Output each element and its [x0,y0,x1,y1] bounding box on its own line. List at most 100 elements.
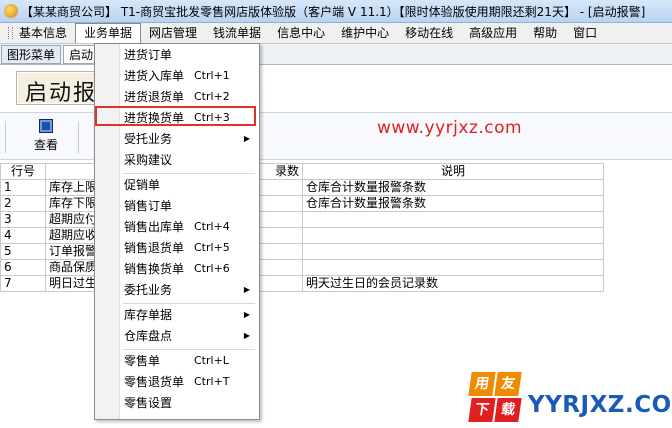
menu-item-label: 采购建议 [124,153,173,167]
logo-char: 用 [468,372,496,396]
tab-graphic-menu[interactable]: 图形菜单 [1,45,62,64]
menu-item-sales-delivery[interactable]: 销售出库单 Ctrl+4 [124,217,256,237]
cell-row-number: 2 [0,195,46,212]
menu-item-label: 销售退货单 [124,241,185,255]
cell-name: 商品保质 [44,259,102,276]
menu-item-label: 销售换货单 [124,262,185,276]
menu-item-label: 销售订单 [124,199,173,213]
menu-item-shortcut: Ctrl+4 [194,220,230,233]
header-description[interactable]: 说明 [302,163,605,180]
highlight-box [95,106,256,126]
menu-item-stocktake[interactable]: 仓库盘点 ▶ [124,326,256,346]
menu-help[interactable]: 帮助 [525,23,565,43]
banner-title: 启动报 [25,81,98,106]
menu-item-shortcut: Ctrl+6 [194,262,230,275]
menu-separator [123,173,255,174]
table-row[interactable]: 1 库存上限 仓库合计数量报警条数 [0,179,605,196]
cell-row-number: 4 [0,227,46,244]
menu-maintenance[interactable]: 维护中心 [333,23,397,43]
menu-item-label: 零售退货单 [124,375,185,389]
view-icon [39,119,53,133]
table-header-row: 行号 录数 说明 [0,163,605,180]
menu-window[interactable]: 窗口 [565,23,605,43]
cell-row-number: 6 [0,259,46,276]
menu-item-label: 受托业务 [124,132,173,146]
menu-icon-gutter [95,44,120,419]
menu-item-label: 仓库盘点 [124,329,173,343]
menu-item-sales-return[interactable]: 销售退货单 Ctrl+5 [124,238,256,258]
cell-name: 超期应收 [44,227,102,244]
menu-item-retail-settings[interactable]: 零售设置 [124,393,256,413]
menu-basic-info[interactable]: 基本信息 [0,23,75,43]
cell-description: 明天过生日的会员记录数 [302,275,605,292]
submenu-arrow-icon: ▶ [243,310,250,319]
menu-item-purchase-receipt[interactable]: 进货入库单 Ctrl+1 [124,66,256,86]
menu-item-sales-order[interactable]: 销售订单 [124,196,256,216]
menu-separator [123,303,255,304]
menu-item-label: 销售出库单 [124,220,185,234]
menu-cash-flow[interactable]: 钱流单据 [205,23,269,43]
cell-row-number: 1 [0,179,46,196]
menu-item-label: 进货订单 [124,48,173,62]
menu-item-shortcut: Ctrl+5 [194,241,230,254]
cell-description [302,243,605,260]
menu-item-shortcut: Ctrl+2 [194,90,230,103]
menu-item-label: 进货退货单 [124,90,185,104]
header-name[interactable] [44,163,102,180]
view-button[interactable]: 查看 [26,119,66,155]
cell-description [302,227,605,244]
menu-item-retail-sale[interactable]: 零售单 Ctrl+L [124,351,256,371]
menu-info-center[interactable]: 信息中心 [269,23,333,43]
menu-item-inventory-docs[interactable]: 库存单据 ▶ [124,305,256,325]
cell-row-number: 5 [0,243,46,260]
menu-business-docs[interactable]: 业务单据 [75,23,142,43]
menu-item-label: 零售设置 [124,396,173,410]
menu-item-promotion[interactable]: 促销单 [124,175,256,195]
menu-advanced[interactable]: 高级应用 [461,23,525,43]
submenu-arrow-icon: ▶ [243,331,250,340]
cell-name: 明日过生 [44,275,102,292]
logo-text: YYRJXZ.COM [528,392,672,418]
business-docs-dropdown: 进货订单 进货入库单 Ctrl+1 进货退货单 Ctrl+2 进货换货单 Ctrl+3… [94,43,260,420]
cell-name: 库存上限 [44,179,102,196]
app-icon [4,4,18,18]
cell-description: 仓库合计数量报警条数 [302,195,605,212]
menu-item-consignment-in[interactable]: 受托业务 ▶ [124,129,256,149]
submenu-arrow-icon: ▶ [243,134,250,143]
cell-row-number: 7 [0,275,46,292]
title-bar: 【某某商贸公司】 T1-商贸宝批发零售网店版体验版（客户端 V 11.1）【限时… [0,0,672,23]
menu-item-label: 委托业务 [124,283,173,297]
menu-item-purchase-return[interactable]: 进货退货单 Ctrl+2 [124,87,256,107]
table-row[interactable]: 4 超期应收 [0,227,605,244]
cell-name: 超期应付 [44,211,102,228]
menu-item-label: 零售单 [124,354,161,368]
logo-char: 下 [468,398,496,422]
menu-item-label: 进货入库单 [124,69,185,83]
toolbar-separator [78,121,79,153]
watermark-url: www.yyrjxz.com [377,118,523,138]
window-title: 【某某商贸公司】 T1-商贸宝批发零售网店版体验版（客户端 V 11.1）【限时… [21,4,646,19]
menu-item-label: 库存单据 [124,308,173,322]
table-row[interactable]: 5 订单报警 [0,243,605,260]
menu-item-sales-exchange[interactable]: 销售换货单 Ctrl+6 [124,259,256,279]
menu-item-purchase-suggestion[interactable]: 采购建议 [124,150,256,170]
menu-separator [123,349,255,350]
menu-item-purchase-order[interactable]: 进货订单 [124,45,256,65]
menu-item-consignment-out[interactable]: 委托业务 ▶ [124,280,256,300]
table-row[interactable]: 3 超期应付 [0,211,605,228]
alarm-table: 行号 录数 说明 1 库存上限 仓库合计数量报警条数 2 库存下限 仓库合计数量报警条数… [0,163,605,292]
cell-name: 库存下限 [44,195,102,212]
cell-name: 订单报警 [44,243,102,260]
header-row-number[interactable]: 行号 [0,163,46,180]
menu-item-retail-return[interactable]: 零售退货单 Ctrl+T [124,372,256,392]
table-row[interactable]: 7 明日过生 明天过生日的会员记录数 [0,275,605,292]
submenu-arrow-icon: ▶ [243,285,250,294]
view-button-label: 查看 [33,138,58,152]
menu-item-shortcut: Ctrl+1 [194,69,230,82]
table-row[interactable]: 2 库存下限 仓库合计数量报警条数 [0,195,605,212]
menu-online-store[interactable]: 网店管理 [141,23,205,43]
menu-mobile-online[interactable]: 移动在线 [397,23,461,43]
menu-bar: 基本信息 业务单据 网店管理 钱流单据 信息中心 维护中心 移动在线 高级应用 … [0,23,672,44]
table-row[interactable]: 6 商品保质 [0,259,605,276]
cell-description: 仓库合计数量报警条数 [302,179,605,196]
